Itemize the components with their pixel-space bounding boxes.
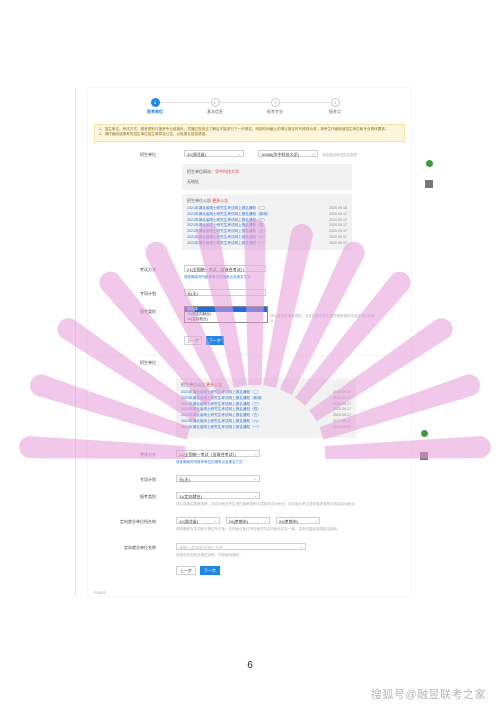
watermark-text: 搜狐号@融昱联考之家 [370,689,486,701]
document-page: 1 报考单位 2 基本信息 3 报考专业 4 报考点 1、招生单位、考试方式、报考类别与… [0,0,500,707]
sunburst-ray [324,436,491,460]
decorative-sunburst [19,219,491,460]
sunburst-ray [30,374,191,440]
sunburst-ray [19,436,186,460]
page-number: 6 [247,660,253,671]
sunburst-ray [244,219,266,385]
sunburst-ray [319,374,480,440]
